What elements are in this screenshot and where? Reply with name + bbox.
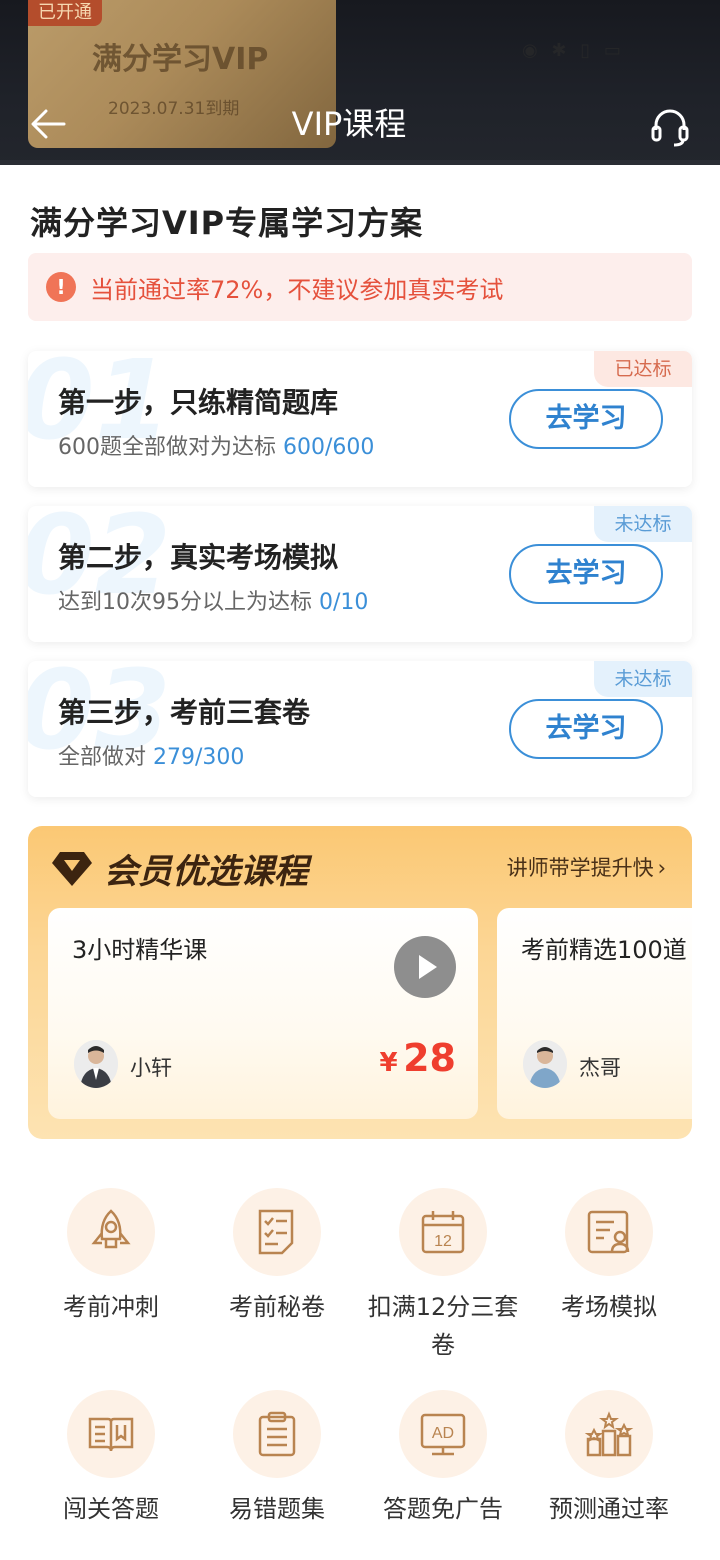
premium-section-title: 会员优选课程 bbox=[104, 852, 308, 892]
feature-exam-simulation[interactable]: 考场模拟 bbox=[526, 1188, 692, 1326]
premium-more-text: 讲师带学提升快 bbox=[506, 856, 654, 880]
vip-status-badge: 已开通 bbox=[28, 0, 102, 26]
status-tag-not-achieved: 未达标 bbox=[594, 661, 692, 697]
plan-step-3: 03 第三步，考前三套卷 全部做对 279/300 去学习 未达标 bbox=[28, 661, 692, 797]
feature-label: 考场模拟 bbox=[561, 1293, 657, 1321]
headset-icon bbox=[651, 109, 689, 147]
customer-service-button[interactable] bbox=[648, 104, 692, 148]
course-card[interactable]: 3小时精华课 小轩 ¥ 28 bbox=[48, 908, 478, 1119]
exclamation-icon: ! bbox=[46, 272, 76, 302]
ad-free-icon: AD bbox=[420, 1413, 466, 1456]
premium-more-link[interactable]: 讲师带学提升快 › bbox=[507, 852, 666, 882]
feature-label: 扣满12分三套卷 bbox=[367, 1293, 519, 1359]
pass-rate-warning: ! 当前通过率72%，不建议参加真实考试 bbox=[28, 253, 692, 321]
clipboard-icon bbox=[258, 1411, 296, 1457]
feature-12-points-papers[interactable]: 12 扣满12分三套卷 bbox=[360, 1188, 526, 1364]
step-requirement: 达到10次95分以上为达标 bbox=[58, 590, 312, 615]
course-price: ¥ 28 bbox=[379, 1036, 456, 1080]
feature-ad-free[interactable]: AD 答题免广告 bbox=[360, 1390, 526, 1528]
step-title: 第三步，考前三套卷 bbox=[58, 696, 311, 729]
feature-label: 预测通过率 bbox=[549, 1495, 669, 1523]
course-carousel[interactable]: 3小时精华课 小轩 ¥ 28 考前精选100道 杰哥 bbox=[48, 908, 692, 1119]
status-bar-icons: ◉ ✱ ▯ ▭ bbox=[522, 40, 625, 61]
course-name: 3小时精华课 bbox=[72, 936, 208, 964]
premium-courses-section: 会员优选课程 讲师带学提升快 › 3小时精华课 小轩 ¥ 28 考前精选100道… bbox=[28, 826, 692, 1139]
book-icon bbox=[88, 1417, 134, 1452]
course-card[interactable]: 考前精选100道 杰哥 bbox=[497, 908, 692, 1119]
feature-sprint[interactable]: 考前冲刺 bbox=[28, 1188, 194, 1326]
feature-secret-paper[interactable]: 考前秘卷 bbox=[194, 1188, 360, 1326]
go-study-button[interactable]: 去学习 bbox=[509, 389, 663, 449]
step-description: 600题全部做对为达标 600/600 bbox=[58, 429, 374, 461]
vip-card-name: 满分学习VIP bbox=[92, 42, 269, 77]
step-description: 全部做对 279/300 bbox=[58, 739, 244, 771]
feature-label: 考前秘卷 bbox=[229, 1293, 325, 1321]
feature-error-collection[interactable]: 易错题集 bbox=[194, 1390, 360, 1528]
step-progress: 279/300 bbox=[153, 745, 245, 770]
chevron-right-icon: › bbox=[657, 856, 666, 880]
price-value: 28 bbox=[403, 1036, 456, 1080]
currency-symbol: ¥ bbox=[379, 1048, 398, 1078]
plan-step-1: 01 第一步，只练精简题库 600题全部做对为达标 600/600 去学习 已达… bbox=[28, 351, 692, 487]
go-study-button[interactable]: 去学习 bbox=[509, 544, 663, 604]
exam-sim-icon bbox=[587, 1210, 630, 1254]
calendar-12-icon: 12 bbox=[421, 1211, 465, 1254]
play-icon[interactable] bbox=[394, 936, 456, 998]
plan-step-2: 02 第二步，真实考场模拟 达到10次95分以上为达标 0/10 去学习 未达标 bbox=[28, 506, 692, 642]
step-requirement: 600题全部做对为达标 bbox=[58, 435, 276, 460]
status-tag-not-achieved: 未达标 bbox=[594, 506, 692, 542]
feature-level-challenge[interactable]: 闯关答题 bbox=[28, 1390, 194, 1528]
checklist-icon bbox=[258, 1209, 294, 1255]
teacher-avatar bbox=[74, 1040, 118, 1088]
teacher-name: 小轩 bbox=[130, 1056, 172, 1080]
feature-label: 答题免广告 bbox=[383, 1495, 503, 1523]
header-divider bbox=[0, 160, 720, 165]
warning-text: 当前通过率72%，不建议参加真实考试 bbox=[90, 275, 504, 304]
go-study-button[interactable]: 去学习 bbox=[509, 699, 663, 759]
step-description: 达到10次95分以上为达标 0/10 bbox=[58, 584, 368, 616]
feature-label: 易错题集 bbox=[229, 1495, 325, 1523]
teacher-avatar bbox=[523, 1040, 567, 1088]
feature-label: 考前冲刺 bbox=[63, 1293, 159, 1321]
feature-pass-prediction[interactable]: 预测通过率 bbox=[526, 1390, 692, 1528]
teacher-name: 杰哥 bbox=[579, 1056, 621, 1080]
svg-text:12: 12 bbox=[434, 1233, 452, 1250]
status-tag-achieved: 已达标 bbox=[594, 351, 692, 387]
step-title: 第二步，真实考场模拟 bbox=[58, 541, 339, 574]
app-header: 已开通 满分学习VIP 2023.07.31到期 ◉ ✱ ▯ ▭ VIP课程 bbox=[0, 0, 720, 165]
rocket-icon bbox=[91, 1209, 131, 1249]
course-name: 考前精选100道 bbox=[521, 936, 687, 964]
feature-label: 闯关答题 bbox=[63, 1495, 159, 1523]
step-progress: 0/10 bbox=[319, 590, 369, 615]
ranking-icon bbox=[584, 1411, 634, 1457]
step-requirement: 全部做对 bbox=[58, 745, 147, 770]
step-title: 第一步，只练精简题库 bbox=[58, 386, 339, 419]
study-plan-title: 满分学习VIP专属学习方案 bbox=[30, 204, 424, 242]
diamond-badge-icon bbox=[52, 852, 92, 886]
page-title: VIP课程 bbox=[291, 105, 407, 143]
svg-text:AD: AD bbox=[432, 1425, 454, 1442]
step-progress: 600/600 bbox=[283, 435, 375, 460]
